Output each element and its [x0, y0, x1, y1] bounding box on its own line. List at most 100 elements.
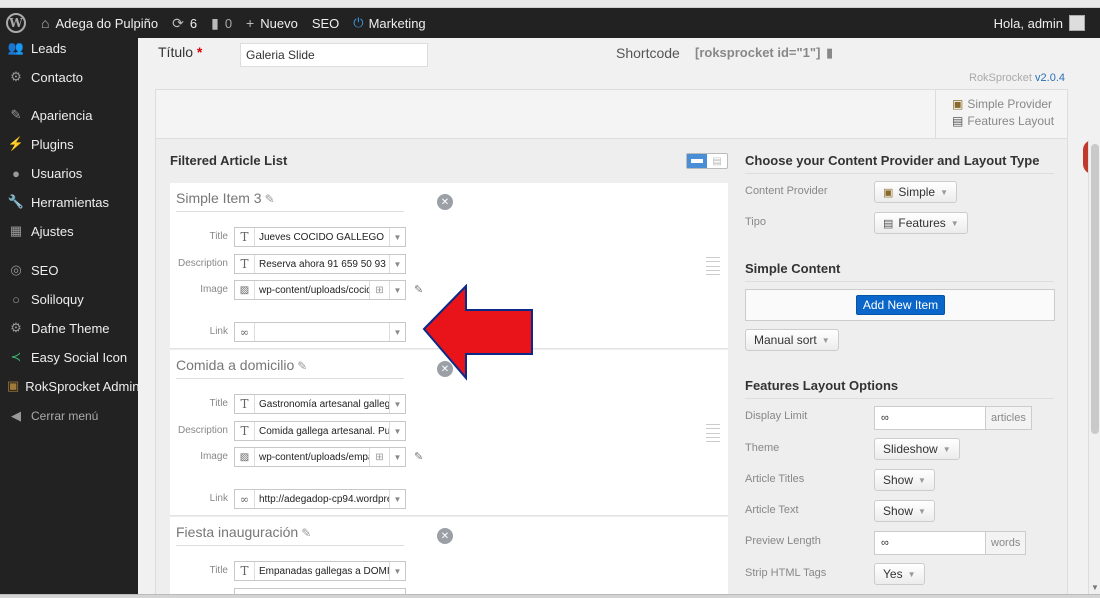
edit-icon[interactable]: ✎ — [414, 450, 423, 463]
chevron-down-icon[interactable]: ▼ — [389, 255, 405, 273]
text-type-icon: T — [235, 255, 255, 273]
description-field[interactable]: T Comida gallega artesanal. Pulpo ▼ — [234, 421, 406, 441]
divider — [745, 173, 1054, 174]
title-input[interactable]: Galeria Slide — [240, 43, 428, 67]
soliloquy-icon: ○ — [12, 291, 20, 307]
article-name[interactable]: Simple Item 3 ✎ — [176, 190, 404, 212]
gear-icon: ⚙ — [10, 69, 22, 84]
theme-label: Theme — [745, 442, 780, 454]
remove-item-icon[interactable]: ✕ — [437, 194, 453, 210]
image-icon: ▨ — [235, 281, 255, 299]
users-icon: 👥 — [7, 40, 25, 55]
sidebar-item-roksprocket-admin[interactable]: ▣ RokSprocket Admin — [0, 374, 139, 398]
marketing-link[interactable]: ⏻ Marketing — [346, 8, 432, 38]
chevron-down-icon[interactable]: ▼ — [389, 228, 405, 246]
wordpress-logo-icon[interactable]: W — [6, 13, 26, 33]
shortcode-label: Shortcode — [616, 45, 680, 61]
chevron-down-icon[interactable]: ▼ — [389, 490, 405, 508]
avatar — [1069, 15, 1085, 31]
plus-icon: + — [246, 15, 255, 31]
sidebar-item-contacto[interactable]: ⚙ Contacto — [0, 65, 138, 89]
display-limit-input[interactable]: ∞ articles — [874, 406, 1032, 430]
chevron-down-icon: ▼ — [821, 335, 830, 345]
link-icon: ∞ — [235, 323, 255, 341]
collapse-arrow-icon: ◀ — [11, 408, 21, 423]
article-item: Fiesta inauguración ✎ ✕ Title T Empanadas… — [170, 517, 728, 594]
scrollbar-thumb[interactable] — [1091, 144, 1099, 434]
chevron-down-icon: ▼ — [942, 444, 951, 454]
sidebar-collapse-menu[interactable]: ◀ Cerrar menú — [0, 404, 138, 428]
layout-type-select[interactable]: ▤ Features ▼ — [874, 212, 968, 234]
title-field[interactable]: T Jueves COCIDO GALLEGO ▼ — [234, 227, 406, 247]
site-name-link[interactable]: ⌂ Adega do Pulpiño — [34, 8, 165, 38]
account-menu[interactable]: Hola, admin — [987, 8, 1100, 38]
version-info: RokSprocket v2.0.4 — [969, 72, 1066, 84]
media-picker-icon[interactable]: ⊞ — [369, 448, 389, 466]
share-icon: ≺ — [10, 349, 22, 364]
article-name[interactable]: Comida a domicilio ✎ — [176, 357, 404, 379]
link-field[interactable]: ∞ ▼ — [234, 322, 406, 342]
description-field[interactable]: T Reserva ahora 91 659 50 93 ▼ — [234, 254, 406, 274]
provider-summary-layout: ▤ Features Layout — [952, 114, 1055, 128]
remove-item-icon[interactable]: ✕ — [437, 528, 453, 544]
sidebar-item-plugins[interactable]: ⚡ Plugins — [0, 132, 138, 156]
add-new-item-button[interactable]: Add New Item — [856, 295, 945, 315]
chevron-down-icon: ▼ — [918, 475, 926, 485]
sidebar-item-ajustes[interactable]: ▦ Ajustes — [0, 219, 138, 243]
sidebar-item-leads[interactable]: 👥 Leads — [0, 36, 138, 60]
grid-view-icon[interactable]: ▤ — [707, 154, 727, 168]
article-titles-label: Article Titles — [745, 473, 805, 485]
updates-link[interactable]: ⟳ 6 — [165, 8, 204, 38]
main-content: Título * Galeria Slide Shortcode [rokspr… — [138, 38, 1100, 594]
title-field[interactable]: T Gastronomía artesanal gallega a ▼ — [234, 394, 406, 414]
chevron-down-icon[interactable]: ▼ — [389, 562, 405, 580]
strip-html-select[interactable]: Yes ▼ — [874, 563, 925, 585]
list-view-icon[interactable] — [687, 154, 707, 168]
content-provider-select[interactable]: ▣ Simple ▼ — [874, 181, 958, 203]
sidebar-item-apariencia[interactable]: ✎ Apariencia — [0, 103, 138, 127]
article-titles-select[interactable]: Show ▼ — [874, 469, 935, 491]
seo-link[interactable]: SEO — [305, 8, 346, 38]
preview-length-input[interactable]: ∞ words — [874, 531, 1027, 555]
divider — [745, 281, 1054, 282]
drag-handle[interactable] — [706, 257, 720, 275]
simple-content-heading: Simple Content — [745, 261, 841, 276]
provider-icon: ▣ — [883, 186, 894, 199]
sidebar-item-soliloquy[interactable]: ○ Soliloquy — [0, 287, 138, 311]
sidebar-item-herramientas[interactable]: 🔧 Herramientas — [0, 190, 138, 214]
field-title: Title T Empanadas gallegas a DOMICILIO ▼ — [170, 561, 590, 581]
link-field[interactable]: ∞ http://adegadop-cp94.wordpress ▼ — [234, 489, 406, 509]
sidebar-item-seo[interactable]: ◎ SEO — [0, 258, 138, 282]
article-name[interactable]: Fiesta inauguración ✎ — [176, 524, 404, 546]
title-field[interactable]: T Empanadas gallegas a DOMICILIO ▼ — [234, 561, 406, 581]
chevron-down-icon[interactable]: ▼ — [389, 422, 405, 440]
chevron-down-icon[interactable]: ▼ — [389, 448, 405, 466]
clipboard-icon[interactable]: ▮ — [826, 45, 833, 61]
seo-icon: ◎ — [10, 262, 22, 277]
media-picker-icon[interactable]: ⊞ — [369, 281, 389, 299]
chevron-down-icon[interactable]: ▼ — [389, 395, 405, 413]
sort-select[interactable]: Manual sort ▼ — [745, 329, 839, 351]
scrollbar[interactable]: ▼ — [1088, 140, 1100, 594]
chevron-down-icon: ▼ — [907, 569, 916, 579]
comments-link[interactable]: ▮ 0 — [204, 8, 239, 38]
text-type-icon: T — [235, 395, 255, 413]
theme-select[interactable]: Slideshow ▼ — [874, 438, 960, 460]
new-content-link[interactable]: + Nuevo — [239, 8, 305, 38]
settings-icon: ▦ — [9, 223, 23, 238]
chevron-down-icon[interactable]: ▼ — [389, 323, 405, 341]
field-image: Image ▨ wp-content/uploads/empan ⊞ ▼ ✎ — [170, 447, 590, 467]
image-field[interactable]: ▨ wp-content/uploads/empan ⊞ ▼ — [234, 447, 406, 467]
view-toggle[interactable]: ▤ — [686, 153, 728, 169]
admin-bar: W ⌂ Adega do Pulpiño ⟳ 6 ▮ 0 + Nuevo SEO… — [0, 8, 1100, 38]
chevron-down-icon[interactable]: ▼ — [389, 281, 405, 299]
type-label: Tipo — [745, 216, 766, 228]
sidebar-item-easy-social-icon[interactable]: ≺ Easy Social Icon — [0, 345, 138, 369]
sidebar-item-usuarios[interactable]: ● Usuarios — [0, 161, 138, 185]
image-field[interactable]: ▨ wp-content/uploads/cocido ⊞ ▼ — [234, 280, 406, 300]
preview-length-label: Preview Length — [745, 535, 821, 547]
drag-handle[interactable] — [706, 424, 720, 442]
sidebar-item-dafne-theme[interactable]: ⚙ Dafne Theme — [0, 316, 138, 340]
article-text-select[interactable]: Show ▼ — [874, 500, 935, 522]
scroll-down-icon[interactable]: ▼ — [1091, 583, 1099, 592]
